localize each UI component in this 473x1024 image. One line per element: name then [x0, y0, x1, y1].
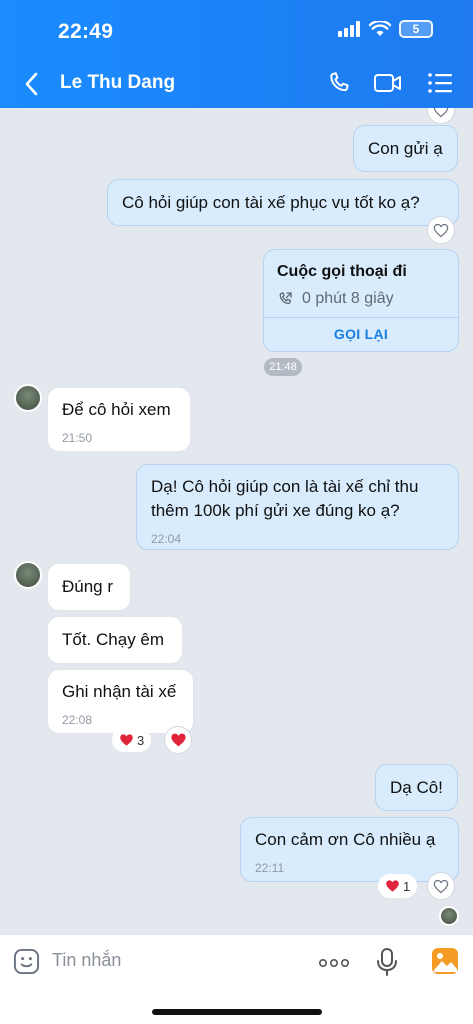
status-time: 22:49 — [58, 20, 114, 43]
sticker-icon[interactable] — [13, 948, 40, 975]
call-title: Cuộc gọi thoại đi — [277, 263, 407, 280]
more-options-icon[interactable] — [319, 958, 349, 968]
message-input-bar: Tin nhắn — [0, 934, 473, 1024]
message-text: Ghi nhận tài xế — [62, 682, 177, 701]
reaction-count: 1 — [403, 878, 411, 894]
heart-outline-icon — [433, 223, 449, 237]
outgoing-call-icon — [279, 292, 292, 305]
message-text-line: thêm 100k phí gửi xe đúng ko ạ? — [151, 501, 400, 520]
avatar[interactable] — [14, 561, 42, 589]
message-input[interactable]: Tin nhắn — [52, 950, 121, 971]
reaction-summary[interactable]: 1 — [378, 874, 418, 898]
like-reaction-button[interactable] — [427, 216, 455, 244]
message-text: Đúng r — [62, 577, 114, 596]
outgoing-message[interactable]: Con gửi ạ — [353, 125, 458, 172]
heart-icon — [120, 734, 133, 746]
call-duration: 0 phút 8 giây — [302, 290, 394, 307]
contact-name[interactable]: Le Thu Dang — [60, 72, 175, 94]
heart-icon — [170, 733, 186, 747]
message-list[interactable]: Con gửi ạ Cô hỏi giúp con tài xế phục vụ… — [0, 108, 473, 934]
message-text: Dạ Cô! — [390, 778, 443, 797]
message-text-line: Dạ! Cô hỏi giúp con là tài xế chỉ thu — [151, 477, 419, 496]
message-text: Con gửi ạ — [368, 139, 443, 158]
microphone-icon[interactable] — [376, 947, 398, 977]
seen-avatar — [439, 906, 459, 926]
image-gallery-icon[interactable] — [431, 947, 459, 975]
outgoing-message[interactable]: Dạ! Cô hỏi giúp con là tài xế chỉ thu th… — [136, 464, 459, 550]
phone-call-icon[interactable] — [326, 70, 352, 96]
message-text: Để cô hỏi xem — [62, 400, 171, 419]
cellular-signal-icon — [338, 21, 360, 37]
wifi-icon — [369, 21, 391, 36]
message-text: Tốt. Chạy êm — [62, 630, 165, 649]
heart-icon — [386, 880, 399, 892]
video-call-icon[interactable] — [373, 71, 403, 95]
message-text: Cô hỏi giúp con tài xế phục vụ tốt ko ạ? — [122, 193, 420, 212]
message-time: 22:04 — [151, 532, 182, 546]
battery-indicator: 5 — [399, 20, 433, 38]
home-indicator — [152, 1009, 322, 1015]
message-text: Con cảm ơn Cô nhiều ạ — [255, 830, 436, 849]
message-time: 21:50 — [62, 431, 93, 445]
menu-list-icon[interactable] — [427, 72, 453, 94]
outgoing-message[interactable]: Con cảm ơn Cô nhiều ạ 22:11 — [240, 817, 459, 882]
like-reaction-button[interactable] — [427, 108, 455, 124]
incoming-message[interactable]: Để cô hỏi xem 21:50 — [47, 387, 191, 452]
back-arrow-icon[interactable] — [22, 71, 42, 97]
time-divider: 21:48 — [264, 358, 302, 376]
like-reaction-button[interactable] — [164, 726, 192, 754]
like-reaction-button[interactable] — [427, 872, 455, 900]
reaction-count: 3 — [137, 732, 145, 748]
incoming-message[interactable]: Ghi nhận tài xế 22:08 — [47, 669, 194, 734]
reaction-summary[interactable]: 3 — [112, 728, 152, 752]
outgoing-message[interactable]: Dạ Cô! — [375, 764, 458, 811]
avatar[interactable] — [14, 384, 42, 412]
chat-header: 22:49 5 Le Thu Dang — [0, 0, 473, 108]
incoming-message[interactable]: Đúng r — [47, 563, 131, 611]
call-back-button[interactable]: GỌI LẠI — [264, 326, 458, 342]
outgoing-message[interactable]: Cô hỏi giúp con tài xế phục vụ tốt ko ạ? — [107, 179, 459, 226]
divider — [264, 317, 458, 318]
heart-outline-icon — [433, 879, 449, 893]
battery-level: 5 — [412, 22, 420, 36]
status-icons: 5 — [337, 20, 433, 38]
voice-call-card: Cuộc gọi thoại đi 0 phút 8 giây GỌI LẠI — [263, 249, 459, 352]
incoming-message[interactable]: Tốt. Chạy êm — [47, 616, 183, 664]
message-time: 22:11 — [255, 861, 285, 875]
heart-outline-icon — [433, 108, 449, 117]
